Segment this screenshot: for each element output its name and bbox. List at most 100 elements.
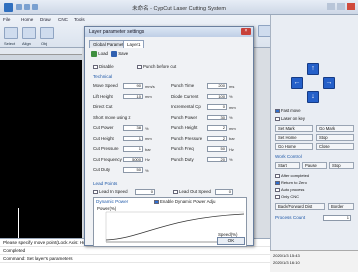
process-count-field[interactable]: 1 <box>323 215 351 221</box>
field-input[interactable]: 50 <box>207 146 227 152</box>
tab-draw[interactable]: Draw <box>40 17 51 23</box>
field-unit: ms <box>229 83 235 89</box>
lead-in-speed-check[interactable]: Lead In Speed <box>93 189 128 195</box>
tab-tools[interactable]: Tools <box>74 17 85 23</box>
move-left-button[interactable]: ← <box>291 77 303 89</box>
field-input[interactable]: 90 <box>123 83 143 89</box>
set-mark-button[interactable]: Set Mark <box>275 125 313 132</box>
field-row-cut-frequency: Cut Frequency 5000 Hz <box>93 156 169 164</box>
ok-button[interactable]: OK <box>217 237 245 245</box>
window-maximize-icon[interactable] <box>337 3 345 10</box>
field-input[interactable]: 10 <box>123 93 143 99</box>
move-right-button[interactable]: → <box>323 77 335 89</box>
field-unit: bar <box>229 136 235 141</box>
field-input[interactable]: 20 <box>207 156 227 162</box>
field-label: Punch Time <box>171 83 195 88</box>
field-input[interactable]: 0 <box>207 104 227 110</box>
select-icon[interactable] <box>4 27 18 39</box>
field-input[interactable]: 50 <box>123 167 143 173</box>
field-label: Short move using z <box>93 114 131 120</box>
layer-parameter-dialog: Layer parameter settings × Global Parame… <box>84 26 254 247</box>
return-to-zero-option[interactable]: Return to Zero <box>275 180 307 186</box>
status-time-2: 2020/1/3 16:10 <box>273 260 300 265</box>
canvas-toolstrip <box>0 48 82 55</box>
drawing-canvas[interactable] <box>0 48 82 248</box>
field-row-short-move-using-z: Short move using z <box>93 114 169 122</box>
close-button[interactable]: Close <box>316 143 354 150</box>
field-row-punch-power: Punch Power 30% <box>171 114 251 122</box>
field-unit: bar <box>145 146 151 152</box>
save-button[interactable]: Save <box>111 51 128 57</box>
field-row-punch-freq: Punch Freq 50 Hz <box>171 145 251 153</box>
status-time-1: 2020/1/3 15:43 <box>273 253 300 258</box>
fast-move-option[interactable]: Fast move <box>275 108 301 114</box>
go-mark-button[interactable]: Go Mark <box>316 125 354 132</box>
field-input[interactable]: 30 <box>207 114 227 120</box>
field-input[interactable]: 2 <box>207 125 227 131</box>
field-label: Cut Pressure <box>93 146 119 151</box>
field-label: Move Speed <box>93 83 118 88</box>
move-up-button[interactable]: ↑ <box>307 63 319 75</box>
field-input[interactable]: 5000 <box>123 156 143 162</box>
tab-cnc[interactable]: CNC <box>58 17 68 23</box>
field-input[interactable]: 38 <box>123 125 143 131</box>
select-label: Select <box>4 41 16 46</box>
window-close-icon[interactable] <box>347 3 355 10</box>
field-unit: mm <box>145 136 152 141</box>
field-label: Punch Height <box>171 125 198 130</box>
punch-parameters: Punch Time 200 ms Diode Current 100% Incremen… <box>171 82 251 182</box>
window-minimize-icon[interactable] <box>327 3 335 10</box>
field-row-punch-duty: Punch Duty 20% <box>171 156 251 164</box>
work-control-heading: Work Control <box>275 154 302 159</box>
move-down-button[interactable]: ↓ <box>307 91 319 103</box>
window-title: 未命名 - CypCut Laser Cutting System <box>132 6 226 12</box>
load-button[interactable]: Load <box>91 51 108 57</box>
field-input[interactable]: 100 <box>207 93 227 99</box>
lead-out-speed-field[interactable]: 0 <box>215 189 233 195</box>
technical-heading: Technical <box>93 74 113 79</box>
object-label: Obj <box>41 41 48 46</box>
field-unit: % <box>145 125 149 131</box>
go-home-button[interactable]: Go Home <box>275 143 313 150</box>
only-cnc-option[interactable]: Only CNC <box>275 194 299 200</box>
field-row-punch-height: Punch Height 2 mm <box>171 124 251 132</box>
field-row-cut-height: Cut Height 1 mm <box>93 135 169 143</box>
lead-out-speed-check[interactable]: Lead Out Speed <box>173 189 211 195</box>
dialog-close-icon[interactable]: × <box>241 28 251 35</box>
lead-in-speed-field[interactable]: 0 <box>135 189 155 195</box>
lead-heading: Lead Points <box>93 181 118 186</box>
process-count-label: Process Count <box>275 215 306 220</box>
field-input[interactable]: 200 <box>207 83 227 89</box>
tab-home[interactable]: Home <box>21 17 33 23</box>
border-button[interactable]: Border <box>328 203 354 210</box>
set-home-button[interactable]: Set Home <box>275 134 313 141</box>
punch-before-cut-check[interactable]: Punch before cut <box>137 64 176 70</box>
pause-button[interactable]: Pause <box>302 162 327 169</box>
after-completed-option[interactable]: After completed <box>275 173 309 179</box>
field-label: Direct Cut <box>93 104 113 109</box>
align-label: Align <box>22 41 31 46</box>
field-label: Lift Height <box>93 93 113 99</box>
stop-button[interactable]: Stop <box>316 134 354 141</box>
disable-check[interactable]: Disable <box>93 64 114 70</box>
field-unit: mm/s <box>145 83 155 89</box>
field-unit: Hz <box>229 146 234 152</box>
auto-process-option[interactable]: Auto process <box>275 187 304 193</box>
work-stop-button[interactable]: Stop <box>329 162 354 169</box>
back-forward-button[interactable]: Back/Forward Dist <box>275 203 325 210</box>
align-icon[interactable] <box>22 27 36 39</box>
field-unit: mm <box>229 104 236 110</box>
field-input[interactable]: 1 <box>123 146 143 152</box>
field-row-lift-height: Lift Height 10 mm <box>93 93 169 101</box>
field-input[interactable]: 2 <box>207 135 227 141</box>
tab-layer1[interactable]: Layer1 <box>123 40 145 48</box>
field-label: Cut Power <box>93 125 114 130</box>
field-input[interactable]: 1 <box>123 135 143 141</box>
object-icon[interactable] <box>40 27 54 39</box>
tab-file[interactable]: File <box>3 17 10 23</box>
field-label: Cut Height <box>93 135 114 141</box>
start-button[interactable]: Start <box>275 162 300 169</box>
field-label: Punch Pressure <box>171 135 203 141</box>
laser-on-key-option[interactable]: Laser on key <box>275 116 305 122</box>
field-unit: % <box>229 115 233 120</box>
